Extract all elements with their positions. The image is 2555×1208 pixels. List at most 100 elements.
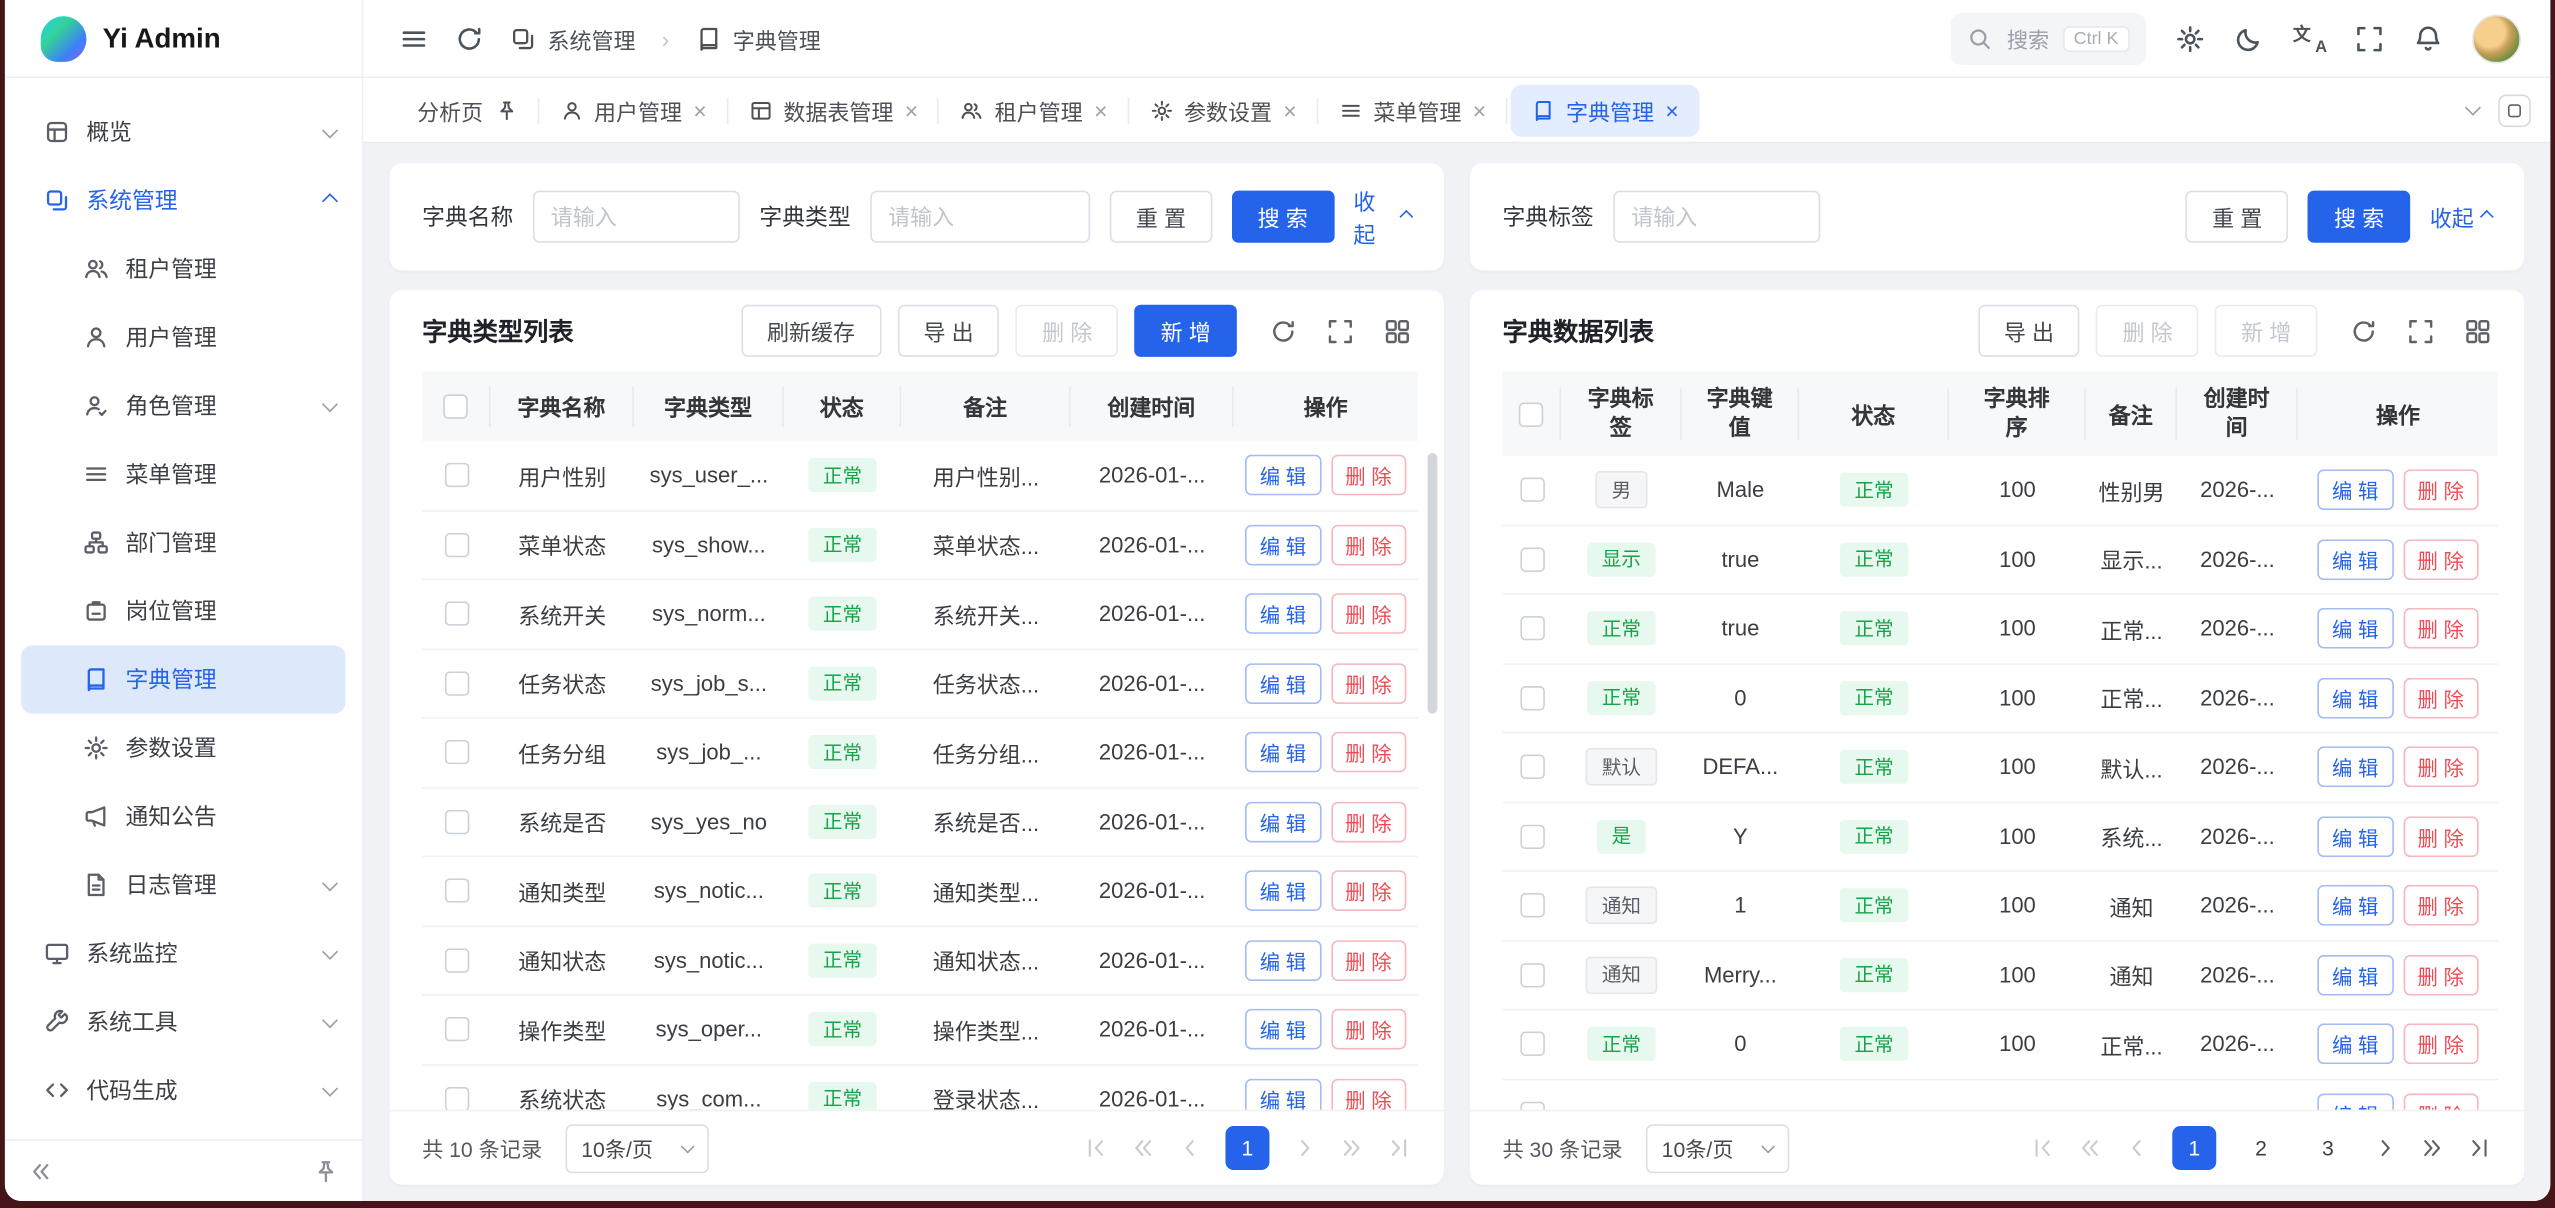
fullscreen-table-icon[interactable] <box>1326 317 1354 345</box>
collapse-filter-link[interactable]: 收起 <box>1353 184 1411 249</box>
search-button[interactable]: 搜 索 <box>1232 191 1334 243</box>
first-page-icon[interactable] <box>2030 1136 2054 1160</box>
delete-button[interactable]: 删 除 <box>1331 732 1407 773</box>
collapse-sidebar-icon[interactable] <box>28 1158 54 1184</box>
edit-button[interactable]: 编 辑 <box>2317 539 2393 580</box>
edit-button[interactable]: 编 辑 <box>1245 801 1321 842</box>
column-settings-icon[interactable] <box>2464 317 2492 345</box>
page-number[interactable]: 2 <box>2239 1126 2283 1170</box>
export-button[interactable]: 导 出 <box>1978 305 2080 357</box>
edit-button[interactable]: 编 辑 <box>1245 1009 1321 1050</box>
sidebar-item-notice[interactable]: 通知公告 <box>5 782 362 850</box>
row-checkbox[interactable] <box>1520 478 1544 502</box>
edit-button[interactable]: 编 辑 <box>2317 1093 2393 1110</box>
search-button[interactable]: 搜 索 <box>2308 191 2410 243</box>
sidebar-item-system[interactable]: 系统管理 <box>5 166 362 234</box>
delete-button[interactable]: 删 除 <box>1016 305 1118 357</box>
sidebar-item-menu[interactable]: 菜单管理 <box>5 440 362 508</box>
delete-button[interactable]: 删 除 <box>2403 539 2479 580</box>
row-checkbox[interactable] <box>444 1087 468 1110</box>
delete-button[interactable]: 删 除 <box>2403 1024 2479 1065</box>
select-all-checkbox[interactable] <box>443 394 467 418</box>
tab-table-mgmt[interactable]: 数据表管理 × <box>728 77 939 142</box>
edit-button[interactable]: 编 辑 <box>1245 455 1321 496</box>
refresh-table-icon[interactable] <box>1269 317 1297 345</box>
page-number[interactable]: 3 <box>2306 1126 2350 1170</box>
pin-icon[interactable] <box>495 99 518 122</box>
add-button[interactable]: 新 增 <box>1135 305 1237 357</box>
dict-label-input[interactable] <box>1613 191 1820 243</box>
breadcrumb-item-dict[interactable]: 字典管理 <box>695 22 820 55</box>
edit-button[interactable]: 编 辑 <box>1245 1078 1321 1109</box>
sidebar-item-tools[interactable]: 系统工具 <box>5 988 362 1056</box>
sidebar-item-dept[interactable]: 部门管理 <box>5 508 362 576</box>
page-number[interactable]: 1 <box>1225 1126 1269 1170</box>
fullscreen-table-icon[interactable] <box>2407 317 2435 345</box>
refresh-cache-button[interactable]: 刷新缓存 <box>741 305 881 357</box>
row-checkbox[interactable] <box>1520 547 1544 571</box>
translate-icon[interactable]: 文A <box>2293 24 2326 53</box>
sidebar-item-logs[interactable]: 日志管理 <box>5 851 362 919</box>
last-page-icon[interactable] <box>2467 1136 2491 1160</box>
edit-button[interactable]: 编 辑 <box>2317 608 2393 649</box>
edit-button[interactable]: 编 辑 <box>2317 678 2393 719</box>
next-page-icon[interactable] <box>2373 1136 2397 1160</box>
edit-button[interactable]: 编 辑 <box>2317 816 2393 857</box>
delete-button[interactable]: 删 除 <box>2403 816 2479 857</box>
dict-type-input[interactable] <box>870 191 1090 243</box>
hamburger-icon[interactable] <box>399 24 428 53</box>
row-checkbox[interactable] <box>1520 616 1544 640</box>
delete-button[interactable]: 删 除 <box>1331 940 1407 981</box>
fullscreen-icon[interactable] <box>2355 24 2384 53</box>
row-checkbox[interactable] <box>444 532 468 556</box>
prev-page-icon[interactable] <box>1178 1136 1202 1160</box>
tabs-dropdown-icon[interactable] <box>2465 100 2481 116</box>
delete-button[interactable]: 删 除 <box>2403 885 2479 926</box>
delete-button[interactable]: 删 除 <box>2403 470 2479 511</box>
reset-button[interactable]: 重 置 <box>2186 191 2288 243</box>
delete-button[interactable]: 删 除 <box>2403 955 2479 996</box>
theme-moon-icon[interactable] <box>2234 24 2263 53</box>
tab-dict-mgmt[interactable]: 字典管理 × <box>1511 84 1700 136</box>
close-icon[interactable]: × <box>1665 99 1678 122</box>
row-checkbox[interactable] <box>444 602 468 626</box>
delete-button[interactable]: 删 除 <box>2403 608 2479 649</box>
global-search[interactable]: 搜索 Ctrl K <box>1951 12 2146 64</box>
collapse-filter-link[interactable]: 收起 <box>2430 200 2492 233</box>
page-number[interactable]: 1 <box>2172 1126 2216 1170</box>
tab-tenant-mgmt[interactable]: 租户管理 × <box>939 77 1128 142</box>
refresh-icon[interactable] <box>455 24 484 53</box>
breadcrumb-item-system[interactable]: 系统管理 <box>510 22 635 55</box>
close-icon[interactable]: × <box>693 99 706 122</box>
delete-button[interactable]: 删 除 <box>2403 1093 2479 1110</box>
edit-button[interactable]: 编 辑 <box>1245 732 1321 773</box>
row-checkbox[interactable] <box>444 740 468 764</box>
delete-button[interactable]: 删 除 <box>1331 801 1407 842</box>
row-checkbox[interactable] <box>1520 893 1544 917</box>
logo[interactable]: Yi Admin <box>5 0 364 77</box>
prev-5-pages-icon[interactable] <box>1131 1136 1155 1160</box>
row-checkbox[interactable] <box>1520 1101 1544 1110</box>
edit-button[interactable]: 编 辑 <box>1245 594 1321 635</box>
next-page-icon[interactable] <box>1292 1136 1316 1160</box>
sidebar-item-params[interactable]: 参数设置 <box>5 714 362 782</box>
prev-page-icon[interactable] <box>2125 1136 2149 1160</box>
row-checkbox[interactable] <box>444 879 468 903</box>
page-size-select[interactable]: 10条/页 <box>565 1124 708 1173</box>
close-icon[interactable]: × <box>1094 99 1107 122</box>
close-icon[interactable]: × <box>905 99 918 122</box>
edit-button[interactable]: 编 辑 <box>2317 470 2393 511</box>
sidebar-item-overview[interactable]: 概览 <box>5 98 362 166</box>
edit-button[interactable]: 编 辑 <box>1245 663 1321 704</box>
delete-button[interactable]: 删 除 <box>2096 305 2198 357</box>
dict-name-input[interactable] <box>533 191 740 243</box>
delete-button[interactable]: 删 除 <box>1331 524 1407 565</box>
pin-icon[interactable] <box>313 1158 339 1184</box>
page-size-select[interactable]: 10条/页 <box>1645 1124 1788 1173</box>
close-icon[interactable]: × <box>1283 99 1296 122</box>
first-page-icon[interactable] <box>1084 1136 1108 1160</box>
delete-button[interactable]: 删 除 <box>1331 1009 1407 1050</box>
add-button[interactable]: 新 增 <box>2215 305 2317 357</box>
table-scrollbar[interactable] <box>1428 453 1438 714</box>
edit-button[interactable]: 编 辑 <box>2317 885 2393 926</box>
